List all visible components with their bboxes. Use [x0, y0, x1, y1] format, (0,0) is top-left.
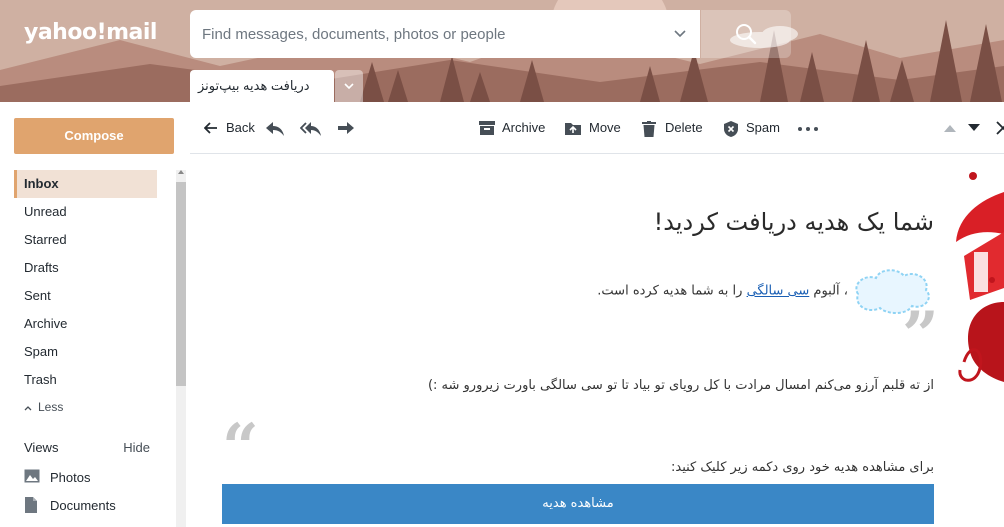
- spam-shield-icon: [724, 121, 738, 137]
- search-icon: [736, 24, 757, 45]
- back-label: Back: [226, 120, 255, 135]
- sidebar-item-trash[interactable]: Trash: [14, 366, 157, 394]
- less-toggle[interactable]: Less: [14, 394, 157, 420]
- forward-button[interactable]: [337, 102, 359, 154]
- yahoo-mail-logo[interactable]: yahoo!mail: [24, 20, 157, 45]
- tab-menu-button[interactable]: [335, 70, 363, 102]
- views-label: Views: [24, 440, 59, 455]
- sidebar-scrollbar[interactable]: [176, 170, 186, 527]
- tab-current-message[interactable]: دریافت هدیه بیپ‌تونز: [190, 70, 334, 102]
- spam-label: Spam: [746, 120, 780, 135]
- chevron-up-icon: [24, 406, 32, 411]
- compose-button[interactable]: Compose: [14, 118, 174, 154]
- sidebar-item-sent[interactable]: Sent: [14, 282, 157, 310]
- archive-label: Archive: [502, 120, 546, 135]
- document-icon: [25, 497, 37, 513]
- sidebar: Compose Inbox Unread Starred Drafts Sent…: [0, 102, 190, 527]
- opening-quote-mark: “: [222, 410, 259, 485]
- search-bar: [190, 10, 700, 58]
- spam-button[interactable]: Spam: [723, 102, 781, 154]
- photo-icon: [24, 469, 40, 483]
- tab-label: دریافت هدیه بیپ‌تونز: [198, 78, 310, 93]
- archive-button[interactable]: Archive: [479, 102, 549, 154]
- gift-description: ، آلبوم سی سالگی را به شما هدیه کرده است…: [597, 266, 934, 316]
- sidebar-item-unread[interactable]: Unread: [14, 198, 157, 226]
- view-gift-button[interactable]: مشاهده هدیه: [222, 484, 934, 524]
- sidebar-item-archive[interactable]: Archive: [14, 310, 157, 338]
- scrollbar-thumb[interactable]: [176, 182, 186, 386]
- closing-quote-mark: ”: [902, 298, 939, 373]
- gift-ribbon-decoration: [956, 172, 1004, 382]
- close-icon: [996, 121, 1004, 135]
- sidebar-item-label: Photos: [50, 470, 91, 485]
- archive-icon: [479, 121, 495, 135]
- message-body: شما یک هدیه دریافت کردید! ، آلبوم سی سال…: [190, 154, 1004, 527]
- caret-up-icon: [944, 125, 956, 132]
- move-folder-icon: [565, 123, 581, 135]
- gift-suffix: را به شما هدیه کرده است.: [597, 283, 747, 299]
- message-title: شما یک هدیه دریافت کردید!: [653, 208, 934, 236]
- gift-prefix: ، آلبوم: [809, 283, 848, 299]
- wish-text: از ته قلبم آرزو می‌کنم امسال مرادت با کل…: [427, 378, 934, 393]
- move-label: Move: [589, 120, 621, 135]
- close-message-button[interactable]: [996, 102, 1004, 154]
- hide-views-link[interactable]: Hide: [123, 440, 150, 455]
- delete-label: Delete: [665, 120, 703, 135]
- scroll-up-arrow[interactable]: [178, 170, 184, 174]
- forward-icon: [338, 122, 354, 134]
- chevron-down-icon: [344, 83, 354, 90]
- sidebar-item-starred[interactable]: Starred: [14, 226, 157, 254]
- trash-icon: [642, 121, 656, 137]
- move-button[interactable]: Move: [565, 102, 625, 154]
- sidebar-item-inbox[interactable]: Inbox: [14, 170, 157, 198]
- more-actions-button[interactable]: [798, 102, 818, 154]
- next-message-button[interactable]: [968, 102, 982, 154]
- views-header: Views Hide: [24, 440, 150, 455]
- reply-icon: [266, 122, 284, 136]
- search-input[interactable]: [190, 10, 660, 58]
- header-banner: yahoo!mail دریافت هدیه بیپ‌تونز: [0, 0, 1004, 102]
- caret-down-icon: [968, 124, 980, 131]
- previous-message-button[interactable]: [944, 102, 958, 154]
- reply-all-button[interactable]: [300, 102, 324, 154]
- search-button[interactable]: [701, 10, 791, 58]
- reply-all-icon: [300, 122, 321, 136]
- less-label: Less: [38, 400, 64, 414]
- sidebar-item-label: Documents: [50, 498, 116, 513]
- sidebar-item-drafts[interactable]: Drafts: [14, 254, 157, 282]
- delete-button[interactable]: Delete: [642, 102, 706, 154]
- message-toolbar: Back Archive Move Delete Spam: [190, 102, 1004, 154]
- instruction-text: برای مشاهده هدیه خود روی دکمه زیر کلیک ک…: [670, 460, 934, 475]
- more-dots-icon: [798, 127, 818, 131]
- arrow-left-icon: [204, 122, 217, 134]
- folder-list: Inbox Unread Starred Drafts Sent Archive…: [14, 170, 157, 420]
- back-button[interactable]: Back: [204, 102, 270, 154]
- album-link[interactable]: سی سالگی: [747, 284, 810, 299]
- chevron-down-icon[interactable]: [672, 25, 688, 41]
- sidebar-item-spam[interactable]: Spam: [14, 338, 157, 366]
- reply-button[interactable]: [265, 102, 287, 154]
